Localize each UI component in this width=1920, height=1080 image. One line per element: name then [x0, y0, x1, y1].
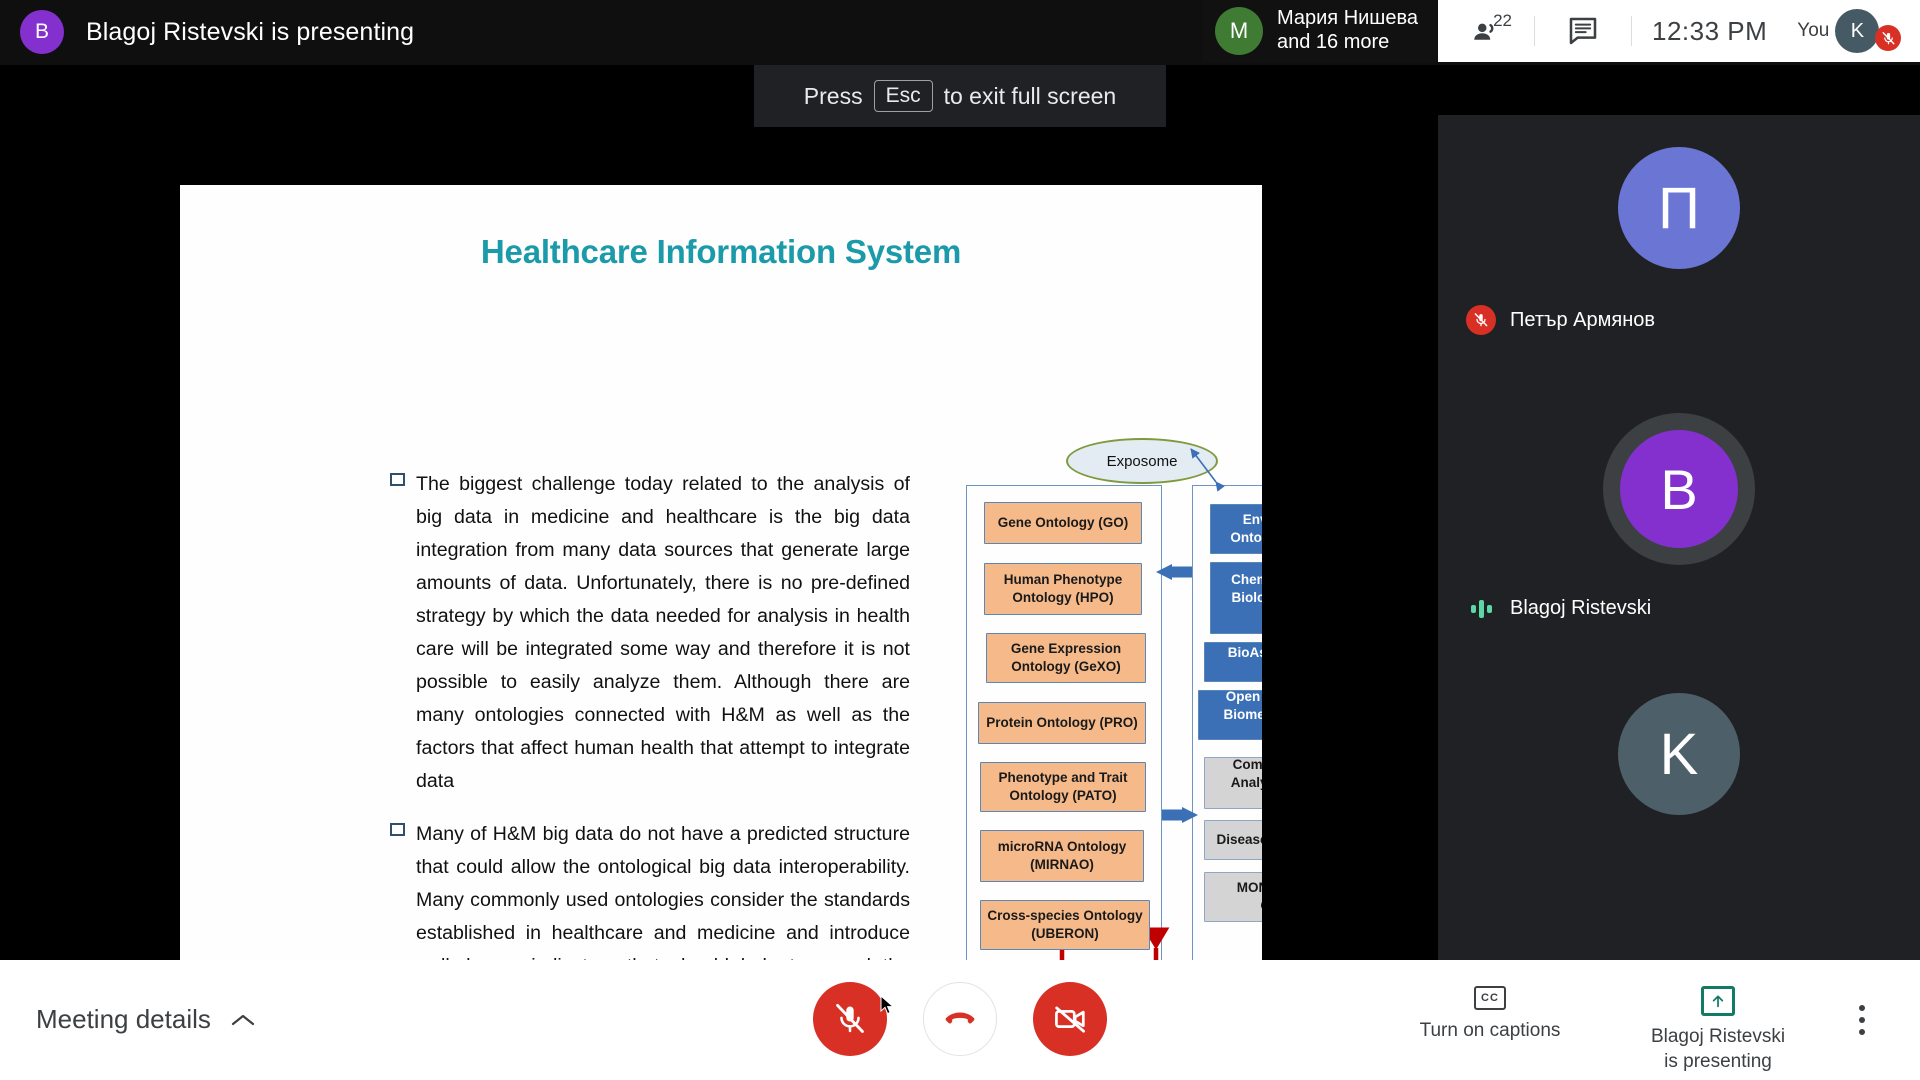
- active-speaker-names: Мария Нишева and 16 more: [1277, 7, 1418, 54]
- ontology-box: Comparative Data Analysis Ontology (CDAO…: [1204, 757, 1262, 809]
- ontology-box: MONDO Disease Ontology: [1204, 872, 1262, 922]
- participant-name-row: Blagoj Ristevski: [1466, 597, 1651, 620]
- ontology-box: Phenotype and Trait Ontology (PATO): [980, 762, 1146, 812]
- ontology-box: Protein Ontology (PRO): [978, 702, 1146, 744]
- ontology-box: Cross-species Ontology (UBERON): [980, 900, 1150, 950]
- active-speaker-avatar: M: [1215, 7, 1263, 55]
- presentation-stage[interactable]: Healthcare Information System The bigges…: [0, 65, 1440, 1015]
- chat-button[interactable]: [1535, 0, 1631, 62]
- bullet-square-icon: [390, 468, 416, 798]
- present-label: Blagoj Ristevski is presenting: [1651, 1024, 1785, 1074]
- arrow-up-icon: [1712, 995, 1724, 1008]
- mic-off-icon: [836, 1003, 864, 1033]
- camera-off-icon: [1055, 1006, 1086, 1033]
- leave-call-button[interactable]: [923, 982, 997, 1056]
- avatar: П: [1618, 147, 1740, 269]
- bullet-square-icon: [390, 818, 416, 960]
- slide-bullet: Many of H&M big data do not have a predi…: [390, 818, 910, 960]
- mouse-cursor: [880, 995, 895, 1015]
- meeting-details-label: Meeting details: [36, 1004, 211, 1034]
- active-speaker-more: and 16 more: [1277, 31, 1390, 53]
- esc-key-chip: Esc: [873, 80, 933, 112]
- self-tile-chip[interactable]: You K: [1797, 9, 1902, 53]
- active-speaker-chip: M Мария Нишева and 16 more: [1203, 0, 1436, 62]
- present-label-line1: Blagoj Ristevski: [1650, 1026, 1786, 1047]
- slide-bullet: The biggest challenge today related to t…: [390, 468, 910, 798]
- participant-name: Петър Армянов: [1510, 308, 1656, 331]
- speaking-indicator-icon: [1466, 598, 1496, 620]
- participant-tile[interactable]: П Петър Армянов: [1438, 115, 1920, 405]
- toast-suffix: to exit full screen: [943, 82, 1117, 109]
- self-mic-off-badge: [1875, 25, 1902, 51]
- self-avatar: K: [1835, 9, 1880, 53]
- meeting-app: B Blagoj Ristevski is presenting M Мария…: [0, 0, 1920, 1080]
- toggle-camera-button[interactable]: [1033, 982, 1107, 1056]
- header-actions: 22 12:33 PM You K: [1438, 0, 1920, 62]
- kebab-dot-icon: [1859, 1005, 1865, 1011]
- mic-off-icon: [1474, 313, 1488, 327]
- present-label-line2: is presenting: [1664, 1051, 1772, 1072]
- chat-icon: [1569, 17, 1597, 45]
- participant-name-row: Петър Армянов: [1466, 305, 1655, 335]
- participant-name: Blagoj Ristevski: [1510, 597, 1652, 619]
- slide-surface: Healthcare Information System The bigges…: [180, 185, 1262, 960]
- ontology-box: Gene Expression Ontology (GeXO): [986, 633, 1146, 683]
- participant-tile[interactable]: B Blagoj Ristevski: [1438, 405, 1920, 657]
- ontology-box: Environment Ontology (EnvO): [1210, 504, 1262, 554]
- ontology-box: Open Biological and Biomedical Ontology …: [1198, 689, 1262, 740]
- ontology-box: Chemical Entity of Biological Interest (…: [1210, 562, 1262, 634]
- active-speaker-name: Мария Нишева: [1277, 7, 1418, 30]
- presenting-banner-text: Blagoj Ristevski is presenting: [86, 17, 415, 46]
- mic-off-badge: [1466, 305, 1496, 335]
- chevron-up-icon: [231, 1014, 254, 1025]
- slide-bullet-text: The biggest challenge today related to t…: [416, 473, 910, 792]
- slide-bullet-text: Many of H&M big data do not have a predi…: [416, 823, 910, 960]
- call-controls: [813, 982, 1107, 1056]
- present-screen-icon: [1701, 986, 1735, 1016]
- slide-bullet-list: The biggest challenge today related to t…: [390, 468, 910, 960]
- captions-label: Turn on captions: [1419, 1020, 1561, 1041]
- toast-prefix: Press: [803, 82, 863, 109]
- closed-captions-icon: CC: [1474, 986, 1506, 1010]
- top-bar: B Blagoj Ristevski is presenting M Мария…: [0, 0, 1920, 65]
- ontology-diagram: Exposome Gene Ontology (GO) Human Phenot…: [966, 438, 1262, 960]
- bottom-right-controls: CC Turn on captions Blagoj Ristevski is …: [1376, 976, 1892, 1074]
- participant-tile[interactable]: K: [1438, 657, 1920, 907]
- hangup-icon: [945, 1012, 975, 1024]
- avatar: K: [1618, 693, 1740, 815]
- participant-rail: П Петър Армянов B Blagoj Ristevski K: [1438, 115, 1920, 960]
- ontology-box: Human Phenotype Ontology (HPO): [984, 563, 1142, 615]
- clock: 12:33 PM: [1652, 15, 1768, 46]
- bottom-bar: Meeting details CC Turn on captions Blag…: [0, 960, 1920, 1080]
- slide-title: Healthcare Information System: [480, 233, 962, 270]
- toggle-captions-button[interactable]: CC Turn on captions: [1376, 976, 1604, 1043]
- ontology-box: BioAssay Ontology (BAO): [1204, 642, 1262, 682]
- presenting-banner: B Blagoj Ristevski is presenting: [20, 8, 414, 56]
- ontology-box: Gene Ontology (GO): [984, 502, 1142, 544]
- meeting-details-button[interactable]: Meeting details: [36, 1004, 255, 1035]
- avatar: B: [1620, 430, 1738, 548]
- presenter-avatar: B: [20, 10, 64, 54]
- present-now-button[interactable]: Blagoj Ristevski is presenting: [1604, 976, 1832, 1074]
- ontology-box: microRNA Ontology (MIRNAO): [980, 830, 1144, 882]
- more-options-button[interactable]: [1832, 976, 1892, 1064]
- participant-count: 22: [1493, 11, 1512, 30]
- self-label: You: [1797, 20, 1830, 41]
- exit-fullscreen-toast: Press Esc to exit full screen: [754, 65, 1166, 127]
- kebab-dot-icon: [1859, 1017, 1865, 1023]
- toggle-microphone-button[interactable]: [813, 982, 887, 1056]
- kebab-dot-icon: [1859, 1029, 1865, 1035]
- mic-off-icon: [1882, 31, 1895, 44]
- ontology-box: Disease Ontology (DO): [1204, 820, 1262, 860]
- participants-button[interactable]: 22: [1438, 0, 1534, 62]
